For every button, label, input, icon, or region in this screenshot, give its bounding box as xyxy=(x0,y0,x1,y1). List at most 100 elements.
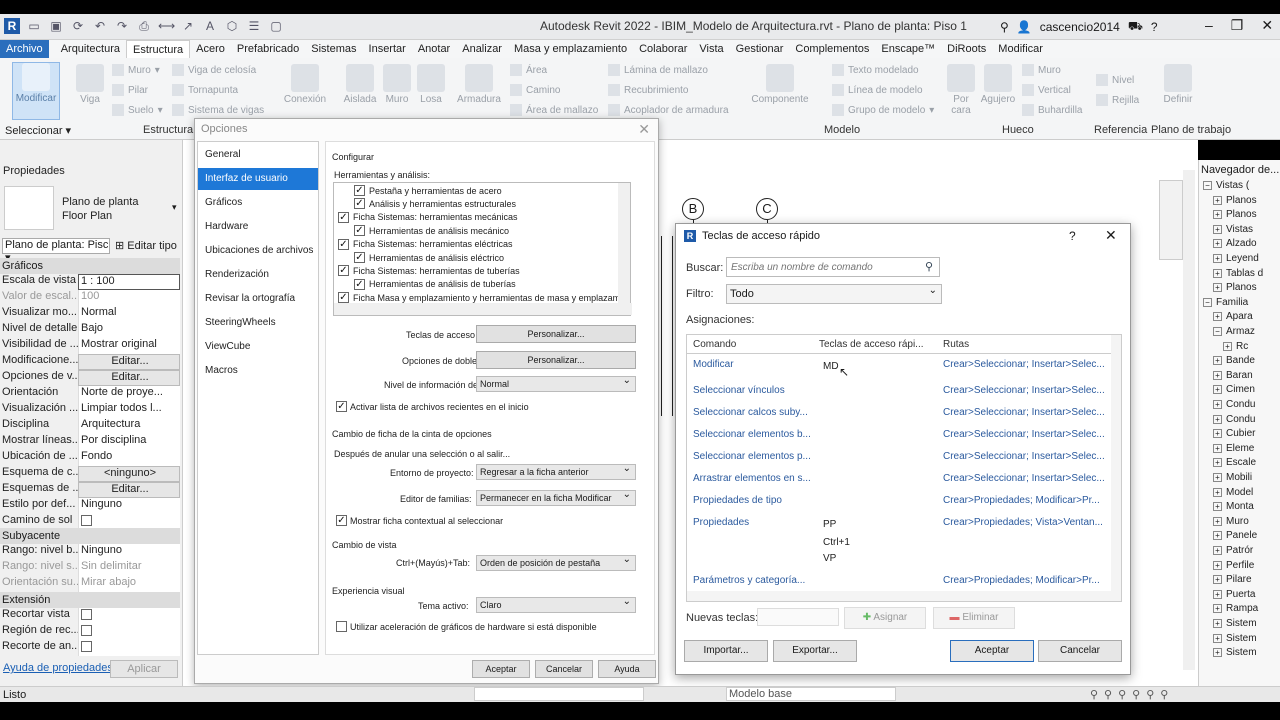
property-row[interactable]: Esquema de c... <ninguno> xyxy=(2,466,180,482)
path-cell[interactable]: Crear>Seleccionar; Insertar>Selec... xyxy=(943,385,1105,396)
expand-icon[interactable]: + xyxy=(1213,254,1222,263)
menu-tab-10[interactable]: Colaborar xyxy=(633,40,693,58)
brace-button[interactable]: Tornapunta xyxy=(172,84,238,96)
menu-tab-14[interactable]: Enscape™ xyxy=(875,40,941,58)
wall-element[interactable] xyxy=(661,236,673,416)
expand-icon[interactable]: − xyxy=(1213,327,1222,336)
wall-button[interactable]: Muro ▾ xyxy=(112,64,160,76)
connection-button[interactable]: Conexión xyxy=(282,64,328,105)
column-header-shortcuts[interactable]: Teclas de acceso rápi... xyxy=(819,339,924,350)
property-value[interactable]: Bajo xyxy=(78,322,180,338)
browser-node[interactable]: + Alzado xyxy=(1213,238,1257,249)
command-cell[interactable]: Propiedades de tipo xyxy=(693,495,782,506)
menu-tab-3[interactable]: Acero xyxy=(190,40,231,58)
tree-item[interactable]: Herramientas de análisis de tuberías xyxy=(354,278,516,290)
shortcut-cell[interactable]: VP xyxy=(823,553,836,564)
expand-icon[interactable]: + xyxy=(1213,443,1222,453)
user-name[interactable]: cascencio2014 xyxy=(1040,20,1120,34)
property-row[interactable]: Región de rec... xyxy=(2,624,180,640)
options-nav-item[interactable]: Renderización xyxy=(198,264,318,286)
browser-node[interactable]: + Rampa xyxy=(1213,603,1258,614)
property-row[interactable]: Visibilidad de ... Mostrar original xyxy=(2,338,180,354)
tree-item-check-icon[interactable] xyxy=(338,292,349,304)
edit-type-button[interactable]: ⊞ Editar tipo xyxy=(115,239,177,252)
select-dropdown[interactable]: Seleccionar ▾ xyxy=(5,124,71,137)
tree-item[interactable]: Herramientas de análisis eléctrico xyxy=(354,252,504,263)
browser-node[interactable]: + Condu xyxy=(1213,414,1255,425)
dimension-icon[interactable]: ↗ xyxy=(180,18,196,34)
active-theme-select[interactable]: Claro xyxy=(476,595,636,613)
options-nav-item[interactable]: Revisar la ortografía xyxy=(198,288,318,310)
menu-tab-13[interactable]: Complementos xyxy=(789,40,875,58)
expand-icon[interactable]: + xyxy=(1213,531,1222,541)
section-graphics[interactable]: Gráficos xyxy=(0,258,180,274)
expand-icon[interactable]: + xyxy=(1213,268,1222,278)
property-value[interactable]: Limpiar todos l... xyxy=(78,402,180,418)
expand-icon[interactable]: + xyxy=(1213,589,1222,599)
level-button[interactable]: Nivel xyxy=(1096,74,1134,86)
menu-tab-2[interactable]: Estructura xyxy=(126,39,191,59)
expand-icon[interactable]: + xyxy=(1213,356,1222,366)
workset-select[interactable] xyxy=(474,687,644,701)
column-button[interactable]: Pilar xyxy=(112,84,148,96)
property-value[interactable]: <ninguno> xyxy=(78,466,180,482)
property-value[interactable]: Ninguno xyxy=(78,544,180,560)
command-cell[interactable]: Seleccionar calcos suby... xyxy=(693,407,808,418)
expand-icon[interactable]: + xyxy=(1213,575,1222,585)
expand-icon[interactable]: + xyxy=(1213,633,1222,643)
property-row[interactable]: Recorte de an... xyxy=(2,640,180,656)
property-row[interactable]: Mostrar líneas... Por disciplina xyxy=(2,434,180,450)
browser-node[interactable]: + Perfile xyxy=(1213,560,1254,571)
tree-item[interactable]: Ficha Sistemas: herramientas eléctricas xyxy=(338,238,513,250)
options-nav-item[interactable]: SteeringWheels xyxy=(198,312,318,334)
browser-node[interactable]: + Sistem xyxy=(1213,618,1257,629)
command-cell[interactable]: Propiedades xyxy=(693,517,749,528)
command-cell[interactable]: Parámetros y categoría... xyxy=(693,575,805,586)
export-button[interactable]: Exportar... xyxy=(773,640,857,662)
command-cell[interactable]: Seleccionar elementos b... xyxy=(693,429,811,440)
menu-tab-6[interactable]: Insertar xyxy=(363,40,412,58)
tree-item-check-icon[interactable] xyxy=(338,238,349,250)
property-row[interactable]: Orientación su... Mirar abajo xyxy=(2,576,180,592)
command-cell[interactable]: Seleccionar vínculos xyxy=(693,385,785,396)
path-cell[interactable]: Crear>Propiedades; Modificar>Pr... xyxy=(943,495,1100,506)
browser-node[interactable]: − Vistas ( xyxy=(1203,180,1249,191)
expand-icon[interactable]: + xyxy=(1213,370,1222,380)
expand-icon[interactable]: + xyxy=(1213,458,1222,468)
revit-logo-icon[interactable]: R xyxy=(4,18,20,34)
options-nav-item[interactable]: Hardware xyxy=(198,216,318,238)
tree-item[interactable]: Ficha Sistemas: herramientas mecánicas xyxy=(338,211,518,223)
options-nav-item[interactable]: Macros xyxy=(198,360,318,382)
browser-node[interactable]: + Pilare xyxy=(1213,574,1252,585)
property-checkbox[interactable] xyxy=(81,608,92,620)
by-face-button[interactable]: Por cara xyxy=(946,64,976,116)
tree-item[interactable]: Herramientas de análisis mecánico xyxy=(354,225,509,237)
close-icon[interactable]: ✕ xyxy=(1105,227,1117,244)
property-value[interactable]: Fondo xyxy=(78,450,180,466)
property-value[interactable]: Por disciplina xyxy=(78,434,180,450)
expand-icon[interactable]: + xyxy=(1213,502,1222,512)
section-underlay[interactable]: Subyacente xyxy=(0,528,180,544)
remove-button[interactable]: ▬ Eliminar xyxy=(933,607,1015,629)
table-hscrollbar[interactable] xyxy=(687,591,1121,601)
property-row[interactable]: Valor de escal... 100 xyxy=(2,290,180,306)
browser-node[interactable]: + Panele xyxy=(1213,530,1257,541)
project-environment-select[interactable]: Regresar a la ficha anterior xyxy=(476,462,636,480)
browser-node[interactable]: + Eleme xyxy=(1213,443,1254,454)
expand-icon[interactable]: + xyxy=(1213,414,1222,424)
wall-foundation-button[interactable]: Muro xyxy=(382,64,412,105)
search-icon[interactable]: ⚲ xyxy=(925,260,933,273)
expand-icon[interactable]: + xyxy=(1213,648,1222,658)
property-row[interactable]: Escala de vista 1 : 100 xyxy=(2,274,180,290)
property-value[interactable]: 100 xyxy=(78,290,180,306)
menu-tab-4[interactable]: Prefabricado xyxy=(231,40,305,58)
property-value[interactable]: Editar... xyxy=(78,370,180,386)
options-help-button[interactable]: Ayuda xyxy=(598,660,656,678)
tree-item[interactable]: Análisis y herramientas estructurales xyxy=(354,198,516,210)
property-value[interactable]: Normal xyxy=(78,306,180,322)
beam-button[interactable]: Viga xyxy=(74,64,106,105)
open-icon[interactable]: ▭ xyxy=(26,18,42,34)
customize-double-click-button[interactable]: Personalizar... xyxy=(476,351,636,369)
expand-icon[interactable]: + xyxy=(1213,210,1222,220)
browser-node[interactable]: + Patrór xyxy=(1213,545,1253,556)
